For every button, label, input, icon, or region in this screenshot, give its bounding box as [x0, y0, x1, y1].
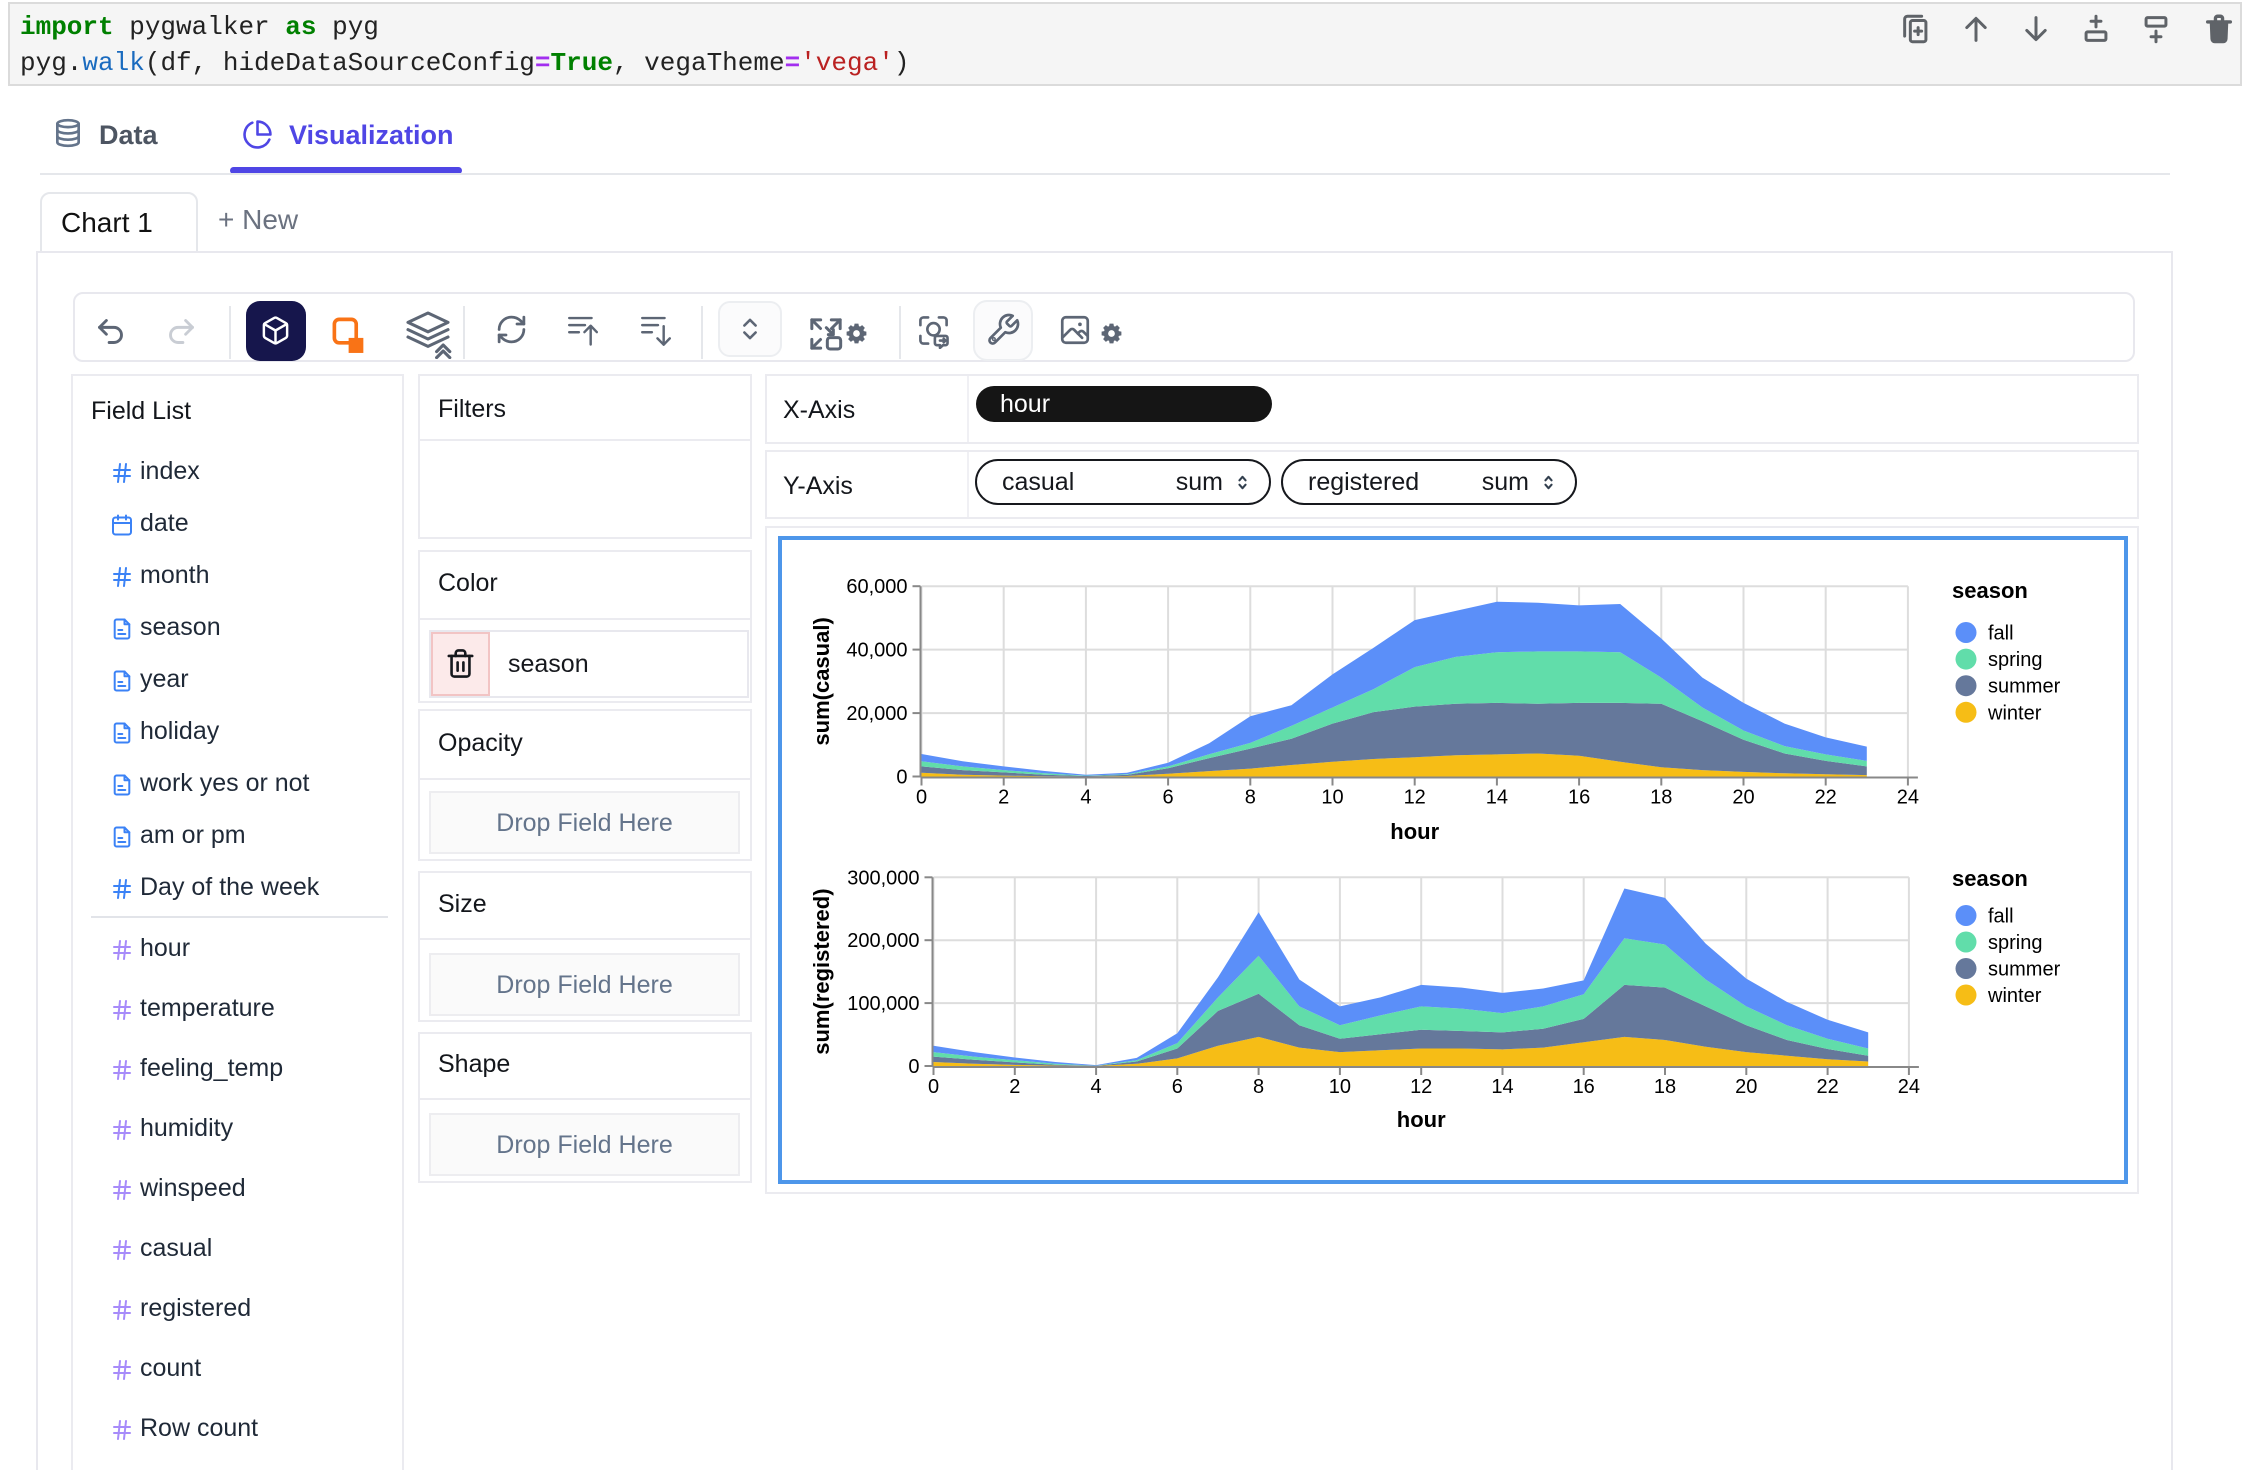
svg-text:season: season — [1952, 578, 2028, 603]
svg-text:0: 0 — [916, 787, 927, 809]
svg-text:20: 20 — [1735, 1076, 1757, 1098]
svg-text:fall: fall — [1988, 906, 2014, 928]
svg-text:fall: fall — [1988, 623, 2014, 645]
svg-text:10: 10 — [1329, 1076, 1351, 1098]
svg-text:0: 0 — [928, 1076, 939, 1098]
svg-text:hour: hour — [1397, 1107, 1446, 1132]
svg-text:spring: spring — [1988, 932, 2042, 954]
svg-text:16: 16 — [1568, 787, 1590, 809]
svg-text:20: 20 — [1732, 787, 1754, 809]
svg-text:200,000: 200,000 — [847, 930, 919, 952]
svg-text:8: 8 — [1253, 1076, 1264, 1098]
svg-text:2: 2 — [998, 787, 1009, 809]
svg-text:22: 22 — [1815, 787, 1837, 809]
svg-text:sum(casual): sum(casual) — [809, 617, 834, 745]
svg-text:season: season — [1952, 866, 2028, 891]
svg-text:4: 4 — [1080, 787, 1091, 809]
svg-text:spring: spring — [1988, 649, 2042, 671]
svg-text:2: 2 — [1009, 1076, 1020, 1098]
svg-text:8: 8 — [1245, 787, 1256, 809]
svg-text:12: 12 — [1404, 787, 1426, 809]
svg-text:24: 24 — [1898, 1076, 1920, 1098]
svg-text:100,000: 100,000 — [847, 993, 919, 1015]
svg-text:22: 22 — [1816, 1076, 1838, 1098]
svg-text:0: 0 — [908, 1056, 919, 1078]
svg-text:6: 6 — [1163, 787, 1174, 809]
svg-text:6: 6 — [1172, 1076, 1183, 1098]
svg-text:10: 10 — [1321, 787, 1343, 809]
svg-text:20,000: 20,000 — [846, 703, 907, 725]
svg-text:0: 0 — [896, 767, 907, 789]
svg-text:40,000: 40,000 — [846, 640, 907, 662]
svg-text:winter: winter — [1987, 985, 2042, 1007]
svg-text:300,000: 300,000 — [847, 867, 919, 889]
svg-text:14: 14 — [1491, 1076, 1513, 1098]
svg-text:summer: summer — [1988, 959, 2061, 981]
svg-text:summer: summer — [1988, 676, 2061, 698]
svg-text:winter: winter — [1987, 702, 2042, 724]
svg-text:16: 16 — [1573, 1076, 1595, 1098]
svg-text:4: 4 — [1091, 1076, 1102, 1098]
svg-text:18: 18 — [1654, 1076, 1676, 1098]
svg-text:60,000: 60,000 — [846, 576, 907, 598]
svg-text:12: 12 — [1410, 1076, 1432, 1098]
svg-text:hour: hour — [1390, 819, 1439, 844]
svg-text:14: 14 — [1486, 787, 1508, 809]
svg-text:24: 24 — [1897, 787, 1919, 809]
svg-text:sum(registered): sum(registered) — [809, 888, 834, 1054]
svg-text:18: 18 — [1650, 787, 1672, 809]
